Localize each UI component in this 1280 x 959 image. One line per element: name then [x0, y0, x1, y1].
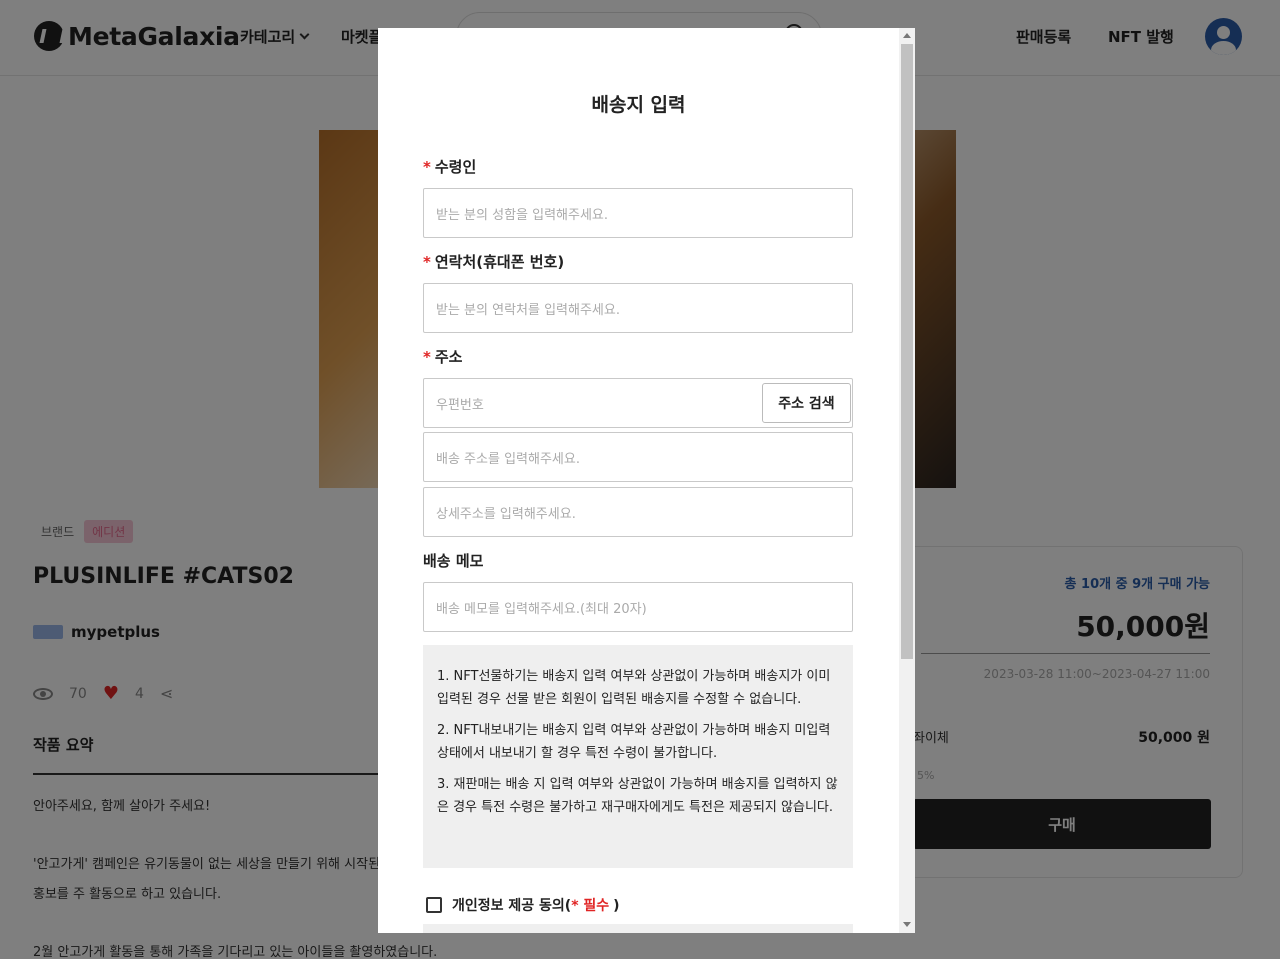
- recipient-label-text: 수령인: [434, 158, 477, 176]
- consent-checkbox[interactable]: [426, 897, 442, 913]
- consent-required: * 필수: [571, 898, 610, 914]
- scroll-thumb[interactable]: [901, 44, 913, 659]
- privacy-consent[interactable]: 개인정보 제공 동의(* 필수): [426, 895, 620, 915]
- required-mark: *: [423, 158, 431, 176]
- memo-label: 배송 메모: [423, 552, 484, 570]
- phone-placeholder: 받는 분의 연락처를 입력해주세요.: [436, 302, 620, 318]
- phone-label: * 연락처(휴대폰 번호): [423, 251, 564, 272]
- recipient-placeholder: 받는 분의 성함을 입력해주세요.: [436, 207, 609, 223]
- shipping-modal: 배송지 입력 * 수령인 받는 분의 성함을 입력해주세요. * 연락처(휴대폰 번…: [378, 28, 915, 933]
- memo-placeholder: 배송 메모를 입력해주세요.(최대 20자): [436, 601, 647, 617]
- address-detail-input[interactable]: 상세주소를 입력해주세요.: [423, 487, 853, 537]
- consent-label-text: 개인정보 제공 동의(: [452, 898, 572, 914]
- consent-text-box: [423, 924, 853, 933]
- scroll-up-icon[interactable]: [903, 33, 911, 38]
- phone-label-text: 연락처(휴대폰 번호): [434, 253, 565, 271]
- recipient-input[interactable]: 받는 분의 성함을 입력해주세요.: [423, 188, 853, 238]
- modal-content: 배송지 입력 * 수령인 받는 분의 성함을 입력해주세요. * 연락처(휴대폰 번…: [378, 28, 899, 933]
- notice-box: 1. NFT선물하기는 배송지 입력 여부와 상관없이 가능하며 배송지가 이미…: [423, 645, 853, 868]
- notice-item: 3. 재판매는 배송 지 입력 여부와 상관없이 가능하며 배송지를 입력하지 …: [437, 777, 838, 815]
- recipient-label: * 수령인: [423, 156, 476, 177]
- modal-title: 배송지 입력: [591, 94, 686, 116]
- address-label: * 주소: [423, 346, 462, 367]
- required-mark: *: [423, 348, 431, 366]
- notice-item: 1. NFT선물하기는 배송지 입력 여부와 상관없이 가능하며 배송지가 이미…: [437, 669, 831, 707]
- zipcode-placeholder: 우편번호: [436, 397, 484, 413]
- scroll-down-icon[interactable]: [903, 922, 911, 927]
- modal-scrollbar[interactable]: [899, 28, 915, 933]
- address-search-button[interactable]: 주소 검색: [762, 383, 851, 423]
- consent-label-close: ): [613, 898, 620, 914]
- notice-item: 2. NFT내보내기는 배송지 입력 여부와 상관없이 가능하며 배송지 미입력…: [437, 723, 831, 761]
- memo-input[interactable]: 배송 메모를 입력해주세요.(최대 20자): [423, 582, 853, 632]
- address-placeholder: 배송 주소를 입력해주세요.: [436, 451, 580, 467]
- phone-input[interactable]: 받는 분의 연락처를 입력해주세요.: [423, 283, 853, 333]
- address-input[interactable]: 배송 주소를 입력해주세요.: [423, 432, 853, 482]
- address-label-text: 주소: [434, 348, 463, 366]
- address-detail-placeholder: 상세주소를 입력해주세요.: [436, 506, 576, 522]
- required-mark: *: [423, 253, 431, 271]
- consent-label: 개인정보 제공 동의(* 필수): [452, 895, 620, 915]
